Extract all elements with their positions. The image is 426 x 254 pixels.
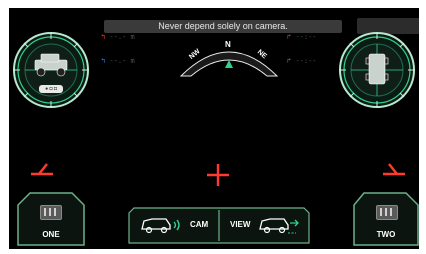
- grille-icon: [376, 205, 398, 220]
- one-button-label: ONE: [42, 230, 60, 239]
- left-guide-marker: [31, 163, 53, 176]
- view-button-label: VIEW: [230, 220, 251, 229]
- readout-front-right-value: --:--: [295, 33, 317, 41]
- rear-right-indicator-icon: ↱: [287, 57, 292, 65]
- center-crosshair-marker: [207, 164, 229, 186]
- readout-rear-left-value: --.-: [109, 57, 127, 65]
- cam-button-label: CAM: [190, 220, 209, 229]
- compass: NW N NE: [179, 38, 279, 78]
- pitch-gauge: ● ◘ ◘: [11, 30, 91, 110]
- rear-indicator-icon: ↰: [101, 57, 106, 65]
- pitch-gauge-dial: [13, 32, 89, 108]
- readout-front-left: ↰ --.- m: [101, 31, 161, 43]
- camera-signal-icon: [141, 218, 180, 234]
- warning-text: Never depend solely on camera.: [158, 21, 288, 31]
- readout-rear-left-unit: m: [130, 57, 135, 65]
- one-button[interactable]: ONE: [16, 191, 86, 247]
- pitch-indicator-label: ● ◘ ◘: [39, 85, 63, 93]
- readout-rear-right-value: --:--: [295, 57, 317, 65]
- readout-rear-left: ↰ --.- m: [101, 55, 161, 67]
- two-button-label: TWO: [376, 230, 396, 239]
- right-guide-marker: [383, 163, 405, 176]
- front-indicator-icon: ↰: [101, 33, 106, 41]
- readout-rear-right: ↱ --:--: [287, 55, 337, 67]
- compass-arrow-icon: [225, 60, 233, 68]
- view-switch-icon: [259, 218, 299, 234]
- cam-button[interactable]: CAM: [128, 207, 218, 244]
- two-button[interactable]: TWO: [352, 191, 419, 247]
- vehicle-top-icon: [365, 53, 389, 85]
- readout-front-right: ↱ --:--: [287, 31, 337, 43]
- view-button[interactable]: VIEW: [220, 207, 309, 244]
- display-screen: Never depend solely on camera. ● ◘ ◘ ↰ -…: [9, 8, 419, 249]
- roll-gauge-dial: [339, 32, 415, 108]
- grille-icon: [40, 205, 62, 220]
- readout-front-left-unit: m: [130, 33, 135, 41]
- front-right-indicator-icon: ↱: [287, 33, 292, 41]
- readout-front-left-value: --.-: [109, 33, 127, 41]
- compass-n-label: N: [225, 40, 231, 49]
- roll-gauge: [337, 30, 417, 110]
- cam-view-group: CAM VIEW: [128, 207, 310, 244]
